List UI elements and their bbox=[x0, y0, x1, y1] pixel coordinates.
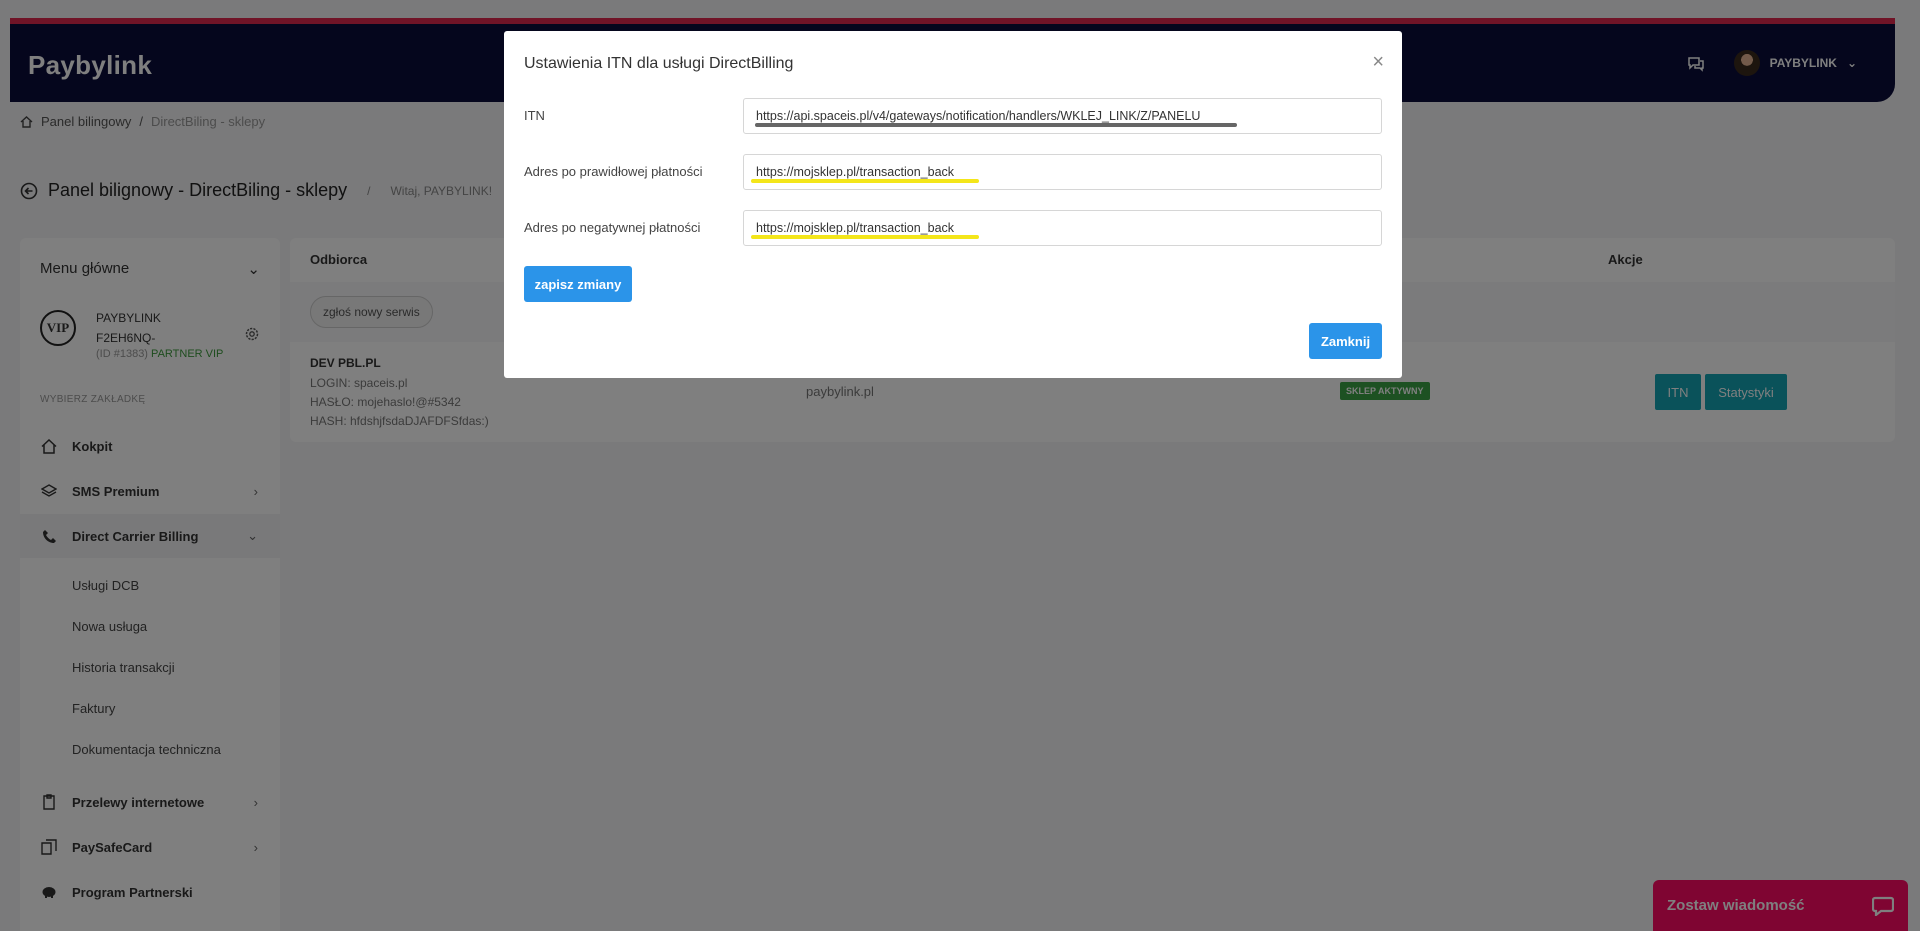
failure-url-label: Adres po negatywnej płatności bbox=[524, 220, 701, 235]
itn-url-input[interactable] bbox=[743, 98, 1382, 134]
close-button[interactable]: Zamknij bbox=[1309, 323, 1382, 359]
save-changes-button[interactable]: zapisz zmiany bbox=[524, 266, 632, 302]
modal-title: Ustawienia ITN dla usługi DirectBilling bbox=[524, 55, 794, 72]
success-url-highlight bbox=[751, 179, 979, 183]
itn-settings-modal: Ustawienia ITN dla usługi DirectBilling … bbox=[504, 31, 1402, 378]
success-url-label: Adres po prawidłowej płatności bbox=[524, 164, 703, 179]
close-icon[interactable]: × bbox=[1372, 51, 1384, 74]
failure-url-input[interactable] bbox=[743, 210, 1382, 246]
success-url-input[interactable] bbox=[743, 154, 1382, 190]
itn-url-highlight bbox=[755, 123, 1237, 127]
itn-label: ITN bbox=[524, 108, 545, 123]
failure-url-highlight bbox=[751, 235, 979, 239]
